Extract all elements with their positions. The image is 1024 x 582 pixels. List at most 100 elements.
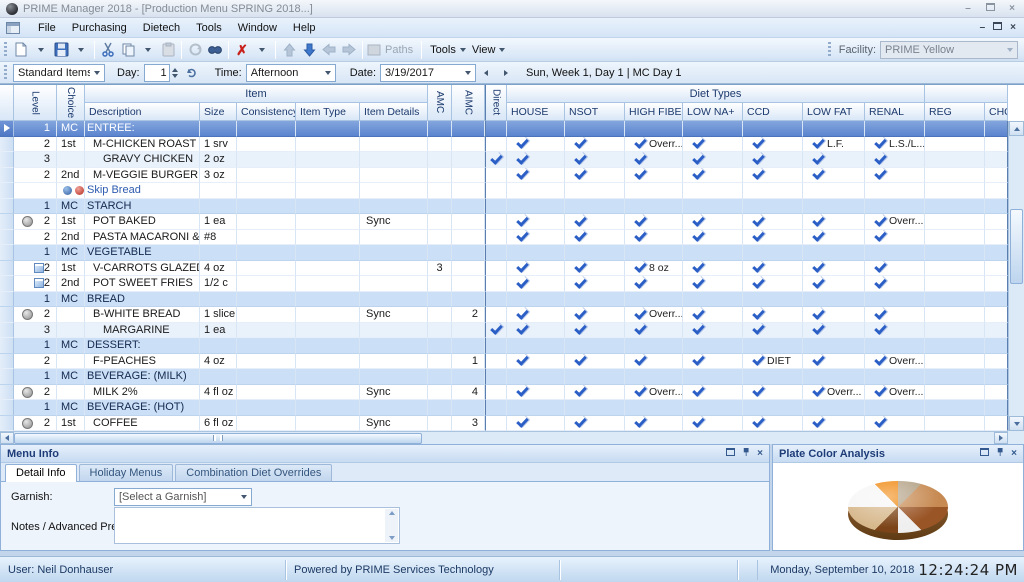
cell-diet-hifiber[interactable]: Overr... <box>625 385 683 401</box>
cell-diet-lowna[interactable] <box>683 400 743 416</box>
cell-diet-house[interactable] <box>507 292 565 308</box>
cell-diet-lowfat[interactable]: Overr... <box>803 385 865 401</box>
grid-row[interactable]: 3GRAVY CHICKEN2 oz <box>0 152 1024 168</box>
cell-diet-hifiber[interactable] <box>625 369 683 385</box>
cell-diet-lowfat[interactable] <box>803 307 865 323</box>
cell-level[interactable] <box>14 183 57 199</box>
scroll-left-icon[interactable] <box>0 432 14 444</box>
cell-direct[interactable] <box>485 416 507 432</box>
cell-diet-ccd[interactable] <box>743 230 803 246</box>
panel-pin-icon[interactable] <box>742 448 750 459</box>
cell-amc[interactable] <box>428 385 452 401</box>
cut-icon[interactable] <box>98 40 118 60</box>
date-input[interactable]: 3/19/2017 <box>380 64 476 82</box>
cell-diet-reg[interactable] <box>925 199 985 215</box>
cell-diet-cho[interactable] <box>985 230 1008 246</box>
cell-diet-nsot[interactable] <box>565 354 625 370</box>
cell-diet-renal[interactable] <box>865 338 925 354</box>
cell-diet-lowna[interactable] <box>683 152 743 168</box>
cell-diet-lowna[interactable] <box>683 292 743 308</box>
cell-choice[interactable]: 2nd <box>57 276 85 292</box>
cell-diet-ccd[interactable] <box>743 152 803 168</box>
menu-item-tools[interactable]: Tools <box>188 20 230 36</box>
scroll-right-icon[interactable] <box>994 432 1008 444</box>
cell-diet-nsot[interactable] <box>565 307 625 323</box>
grid-col-header-consistency[interactable]: Consistency <box>237 103 296 121</box>
menu-item-dietech[interactable]: Dietech <box>135 20 188 36</box>
cell-size[interactable]: 4 fl oz <box>200 385 237 401</box>
cell-diet-lowna[interactable] <box>683 369 743 385</box>
cell-item-details[interactable] <box>360 121 428 137</box>
cell-item-type[interactable] <box>296 261 360 277</box>
cell-direct[interactable] <box>485 307 507 323</box>
cell-amc[interactable] <box>428 152 452 168</box>
grid-col-header-diet-lowfat[interactable]: LOW FAT <box>803 103 865 121</box>
cell-diet-nsot[interactable] <box>565 276 625 292</box>
cell-diet-hifiber[interactable] <box>625 292 683 308</box>
date-prev-icon[interactable] <box>476 63 496 83</box>
grid-col-header-diet-ccd[interactable]: CCD <box>743 103 803 121</box>
cell-row-selector[interactable] <box>0 354 14 370</box>
cell-level[interactable]: 1 <box>14 199 57 215</box>
cell-item-type[interactable] <box>296 354 360 370</box>
mdi-restore-icon[interactable] <box>993 22 1002 33</box>
cell-description[interactable]: GRAVY CHICKEN <box>85 152 200 168</box>
cell-diet-house[interactable] <box>507 183 565 199</box>
plate-pin-icon[interactable] <box>996 448 1004 459</box>
cell-diet-ccd[interactable] <box>743 292 803 308</box>
cell-level[interactable]: 1 <box>14 245 57 261</box>
cell-consistency[interactable] <box>237 121 296 137</box>
cell-diet-hifiber[interactable]: 8 oz <box>625 261 683 277</box>
panel-restore-icon[interactable] <box>726 448 735 459</box>
cell-description[interactable]: V-CARROTS GLAZED <box>85 261 200 277</box>
cell-amc[interactable] <box>428 416 452 432</box>
minimize-icon[interactable]: – <box>960 3 976 15</box>
cell-diet-cho[interactable] <box>985 121 1008 137</box>
cell-diet-nsot[interactable] <box>565 121 625 137</box>
cell-description[interactable]: COFFEE <box>85 416 200 432</box>
cell-diet-ccd[interactable] <box>743 307 803 323</box>
cell-level[interactable]: 1 <box>14 369 57 385</box>
cell-item-details[interactable] <box>360 183 428 199</box>
cell-diet-house[interactable] <box>507 276 565 292</box>
cell-item-type[interactable] <box>296 338 360 354</box>
grid-row[interactable]: 21stM-CHICKEN ROAST1 srvOverr...L.F.L.S.… <box>0 137 1024 153</box>
cell-diet-lowfat[interactable] <box>803 292 865 308</box>
cell-diet-renal[interactable] <box>865 152 925 168</box>
cell-direct[interactable] <box>485 261 507 277</box>
cell-description[interactable]: MILK 2% <box>85 385 200 401</box>
cell-diet-lowna[interactable] <box>683 385 743 401</box>
cell-item-details[interactable] <box>360 152 428 168</box>
cell-consistency[interactable] <box>237 307 296 323</box>
move-down-icon[interactable] <box>299 40 319 60</box>
cell-diet-hifiber[interactable] <box>625 199 683 215</box>
cell-consistency[interactable] <box>237 230 296 246</box>
cell-row-selector[interactable] <box>0 121 14 137</box>
cell-row-selector[interactable] <box>0 385 14 401</box>
cell-diet-house[interactable] <box>507 245 565 261</box>
cell-choice[interactable]: 1st <box>57 261 85 277</box>
grid-row[interactable]: 22ndPASTA MACARONI & C...#8 <box>0 230 1024 246</box>
cell-diet-hifiber[interactable] <box>625 245 683 261</box>
cell-item-type[interactable] <box>296 385 360 401</box>
grid-row-category[interactable]: 1MCBEVERAGE: (HOT) <box>0 400 1024 416</box>
grid-row[interactable]: 22ndPOT SWEET FRIES1/2 c <box>0 276 1024 292</box>
cell-level[interactable]: 1 <box>14 121 57 137</box>
cell-direct[interactable] <box>485 338 507 354</box>
cell-diet-house[interactable] <box>507 168 565 184</box>
cell-size[interactable]: 6 fl oz <box>200 416 237 432</box>
grid-col-header-direct[interactable]: Direct <box>485 85 507 121</box>
cell-diet-hifiber[interactable] <box>625 276 683 292</box>
cell-size[interactable]: #8 <box>200 230 237 246</box>
cell-row-selector[interactable] <box>0 323 14 339</box>
cell-diet-ccd[interactable] <box>743 199 803 215</box>
cell-diet-ccd[interactable] <box>743 400 803 416</box>
cell-choice[interactable]: MC <box>57 121 85 137</box>
cell-diet-house[interactable] <box>507 261 565 277</box>
tools-menu-button[interactable]: Tools <box>425 40 467 60</box>
cell-choice[interactable]: MC <box>57 338 85 354</box>
cell-consistency[interactable] <box>237 183 296 199</box>
cell-diet-renal[interactable] <box>865 276 925 292</box>
cell-diet-cho[interactable] <box>985 338 1008 354</box>
horizontal-scrollbar-thumb[interactable] <box>14 433 422 444</box>
